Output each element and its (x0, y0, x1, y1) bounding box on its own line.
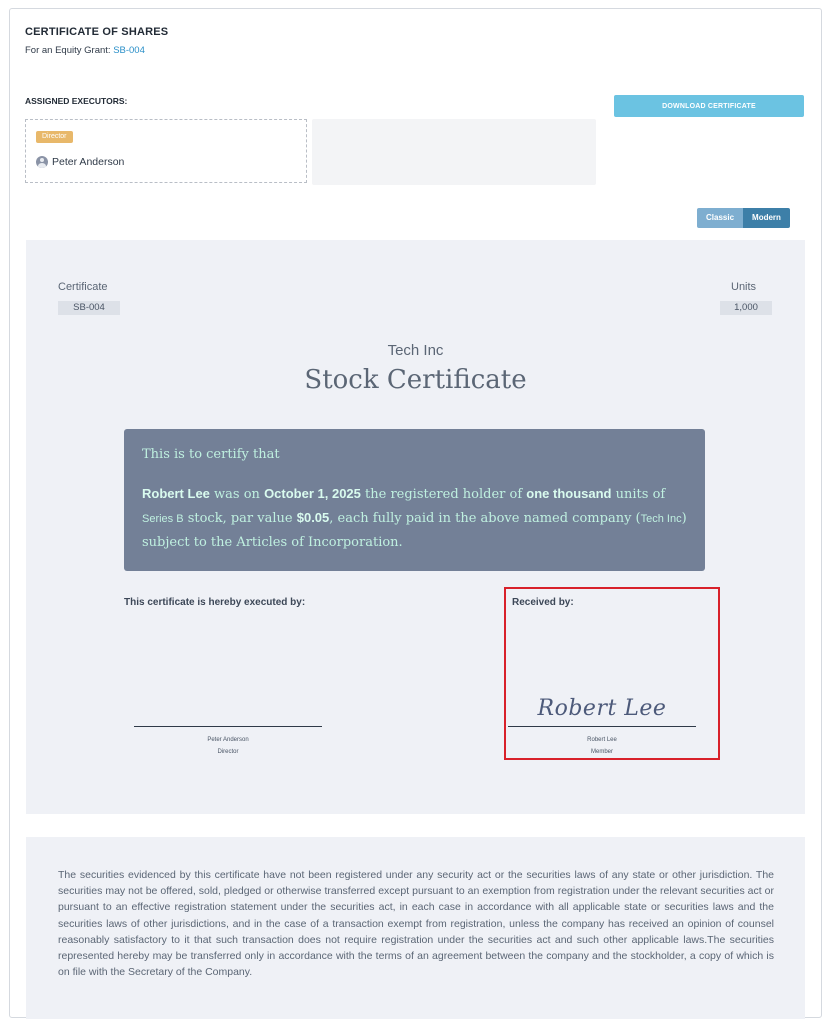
certify-text-3: units of (611, 487, 666, 502)
certify-text-1: was on (209, 487, 265, 502)
executor-signature-role: Director (217, 749, 239, 755)
page-subtitle: For an Equity Grant: SB-004 (25, 45, 145, 56)
certify-text-4: stock, par value (183, 511, 297, 526)
units-label: Units (731, 281, 757, 293)
certify-text-5: , each fully paid in the above named com… (329, 511, 641, 526)
executors-label: ASSIGNED EXECUTORS: (25, 96, 128, 106)
executor-signature-name: Peter Anderson (207, 737, 249, 743)
certify-heading: This is to certify that (142, 447, 280, 462)
role-badge: Director (36, 131, 73, 143)
toggle-modern[interactable]: Modern (743, 208, 790, 228)
par-value: $0.05 (296, 510, 330, 525)
units-words: one thousand (526, 486, 612, 501)
executor-placeholder-slot (312, 119, 596, 185)
executed-by-label: This certificate is hereby executed by: (124, 597, 306, 608)
download-certificate-button[interactable]: DOWNLOAD CERTIFICATE (614, 95, 804, 117)
certificate-card: CERTIFICATE OF SHARES For an Equity Gran… (9, 8, 822, 1019)
user-avatar-icon (36, 156, 48, 168)
units-value: 1,000 (720, 301, 772, 315)
page-title: CERTIFICATE OF SHARES (25, 26, 169, 38)
certify-body: Robert Lee was on October 1, 2025 the re… (142, 482, 687, 554)
executor-name: Peter Anderson (52, 156, 125, 168)
received-by-highlight (504, 587, 720, 760)
certificate-title: Stock Certificate (304, 365, 527, 395)
series-name: Series B (142, 513, 184, 525)
legend-section: The securities evidenced by this certifi… (26, 837, 805, 1019)
legend-text: The securities evidenced by this certifi… (58, 869, 774, 979)
certificate-number-label: Certificate (58, 281, 108, 293)
holder-date: October 1, 2025 (264, 486, 361, 501)
executor-person: Peter Anderson (36, 156, 124, 168)
holder-name: Robert Lee (142, 486, 210, 501)
certify-text-2: the registered holder of (360, 487, 527, 502)
grant-link[interactable]: SB-004 (113, 45, 145, 56)
certify-statement-box: This is to certify that Robert Lee was o… (124, 429, 705, 571)
subtitle-prefix: For an Equity Grant: (25, 45, 111, 56)
company-inline: Tech Inc (640, 513, 682, 525)
certificate-preview: Certificate SB-004 Units 1,000 Tech Inc … (26, 240, 805, 814)
view-toggle: Classic Modern (697, 208, 790, 228)
executor-signature-line (134, 726, 322, 727)
certificate-number-value: SB-004 (58, 301, 120, 315)
executor-card[interactable]: Director Peter Anderson (25, 119, 307, 183)
company-name: Tech Inc (387, 342, 444, 359)
toggle-classic[interactable]: Classic (697, 208, 744, 228)
